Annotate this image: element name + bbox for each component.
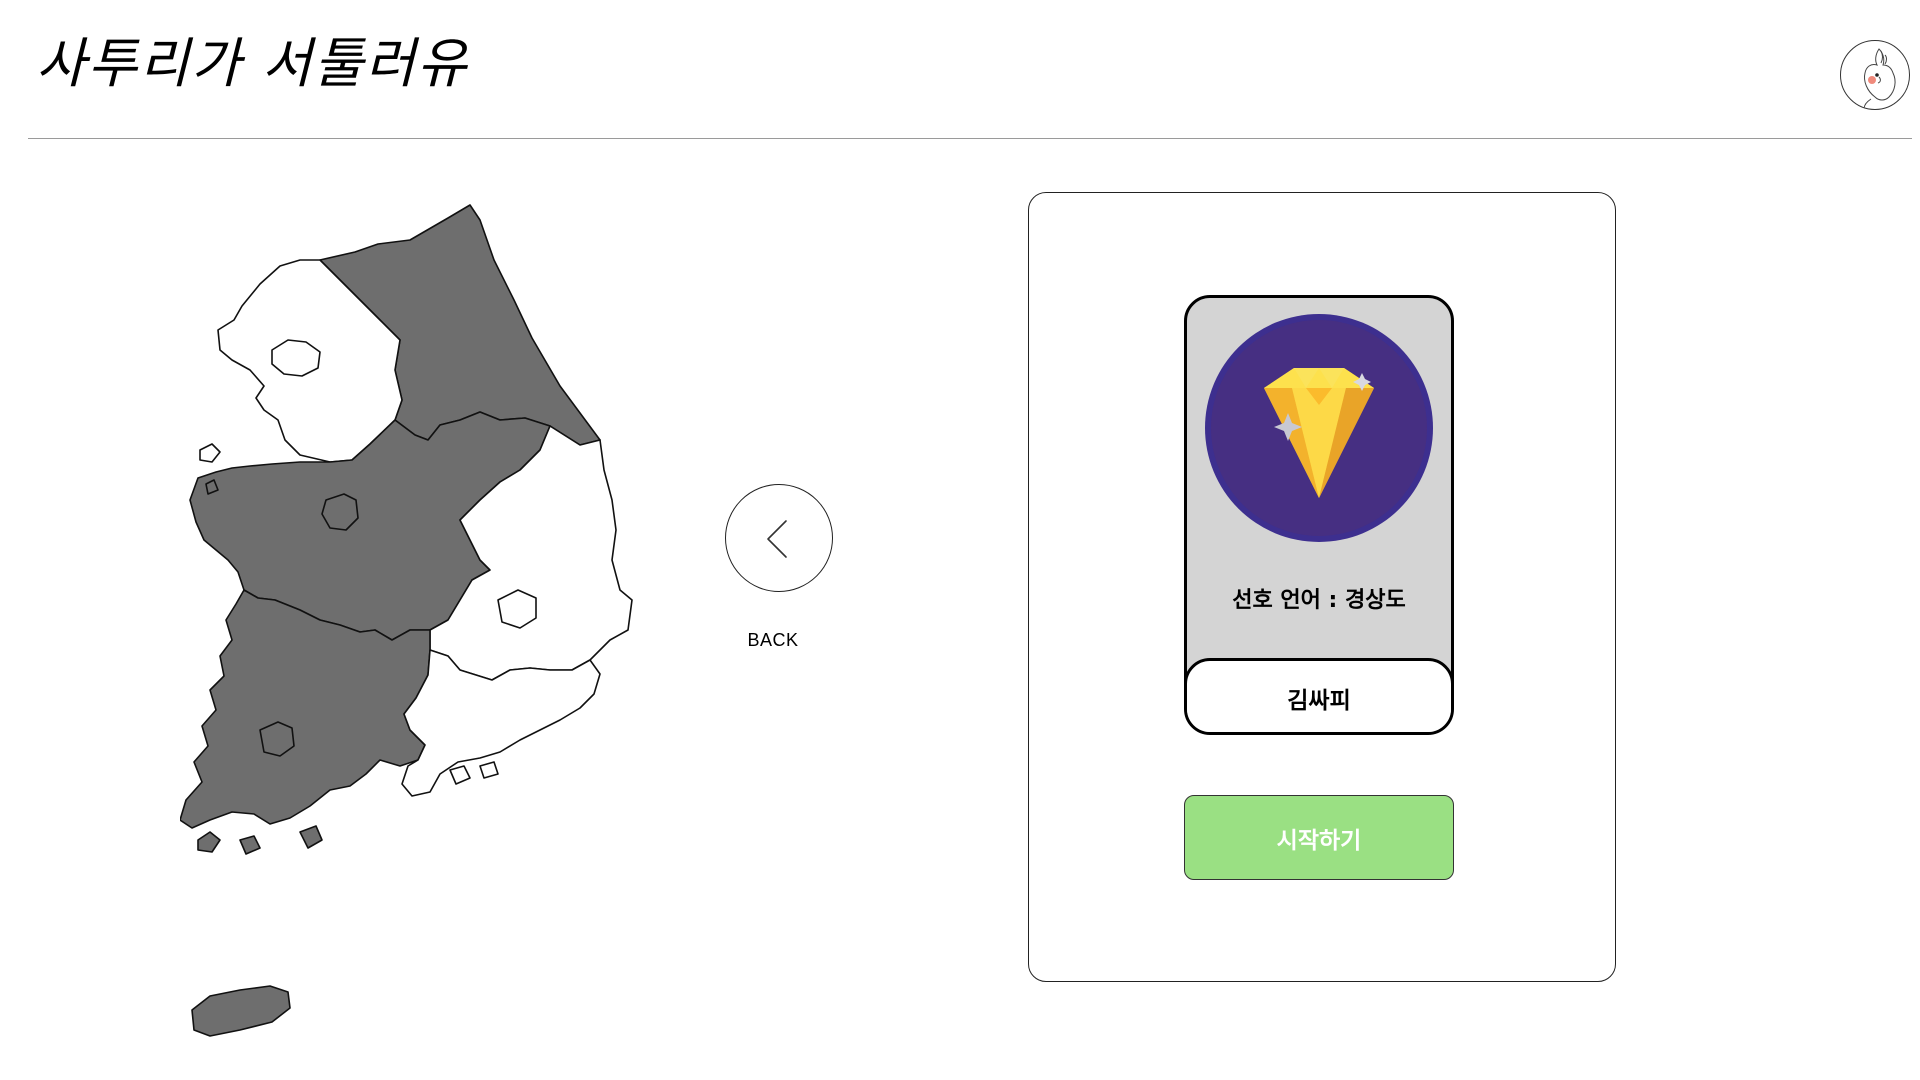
start-button[interactable]: 시작하기	[1184, 795, 1454, 880]
header-divider	[28, 138, 1912, 139]
south-korea-map	[179, 204, 633, 1037]
parrot-avatar-icon	[1863, 48, 1896, 109]
diamond-icon	[1205, 314, 1433, 542]
chevron-left-icon	[767, 520, 787, 558]
page: 사투리가 서툴러유 BACK 선호 언어: 경상도 김싸피 시작하기	[0, 0, 1920, 1080]
nickname-box: 김싸피	[1187, 658, 1451, 732]
korea-map[interactable]	[179, 200, 640, 1050]
app-logo[interactable]: 사투리가 서툴러유	[36, 28, 469, 100]
nickname-text: 김싸피	[1287, 688, 1351, 714]
region-jeju	[191, 985, 291, 1037]
back-button[interactable]	[725, 484, 833, 592]
start-button-label: 시작하기	[1276, 827, 1362, 854]
profile-avatar[interactable]	[1840, 40, 1910, 110]
back-label[interactable]: BACK	[733, 630, 813, 651]
profile-card: 선호 언어 : 경상도 김싸피	[1184, 295, 1454, 735]
preferred-language-text: 선호 언어 : 경상도	[1232, 588, 1406, 613]
badge-circle	[1204, 313, 1434, 543]
